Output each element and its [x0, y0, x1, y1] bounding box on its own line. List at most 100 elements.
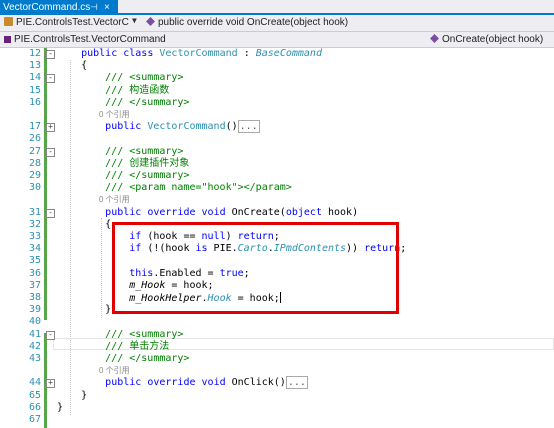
collapse-icon[interactable]: - [46, 330, 55, 340]
code-line[interactable]: 43 /// </summary> [0, 353, 554, 365]
line-number: 41 [28, 328, 41, 340]
navigation-bar: PIE.ControlsTest.VectorC ▼ public overri… [0, 15, 554, 32]
code-text: /// <param name="hook"></param> [57, 182, 292, 194]
line-number: 13 [28, 60, 41, 72]
navigation-bar-secondary: PIE.ControlsTest.VectorCommand OnCreate(… [0, 32, 554, 48]
code-line[interactable]: 42 /// 单击方法 [0, 341, 554, 353]
class-dropdown[interactable]: PIE.ControlsTest.VectorC [4, 16, 138, 30]
close-icon[interactable]: × [104, 0, 110, 15]
reference-count: 0 个引用 [99, 366, 130, 376]
line-number: 26 [28, 133, 41, 145]
code-text: /// <summary> [57, 328, 184, 340]
collapse-icon[interactable]: - [46, 74, 55, 84]
code-line[interactable]: 31- public override void OnCreate(object… [0, 207, 554, 219]
line-number: 27 [28, 145, 41, 157]
reference-codelens: 0 个引用 [0, 365, 554, 377]
code-line[interactable]: 30 /// <param name="hook"></param> [0, 182, 554, 194]
reference-codelens: 0 个引用 [0, 194, 554, 206]
code-line[interactable]: 40 [0, 316, 554, 328]
line-number: 28 [28, 157, 41, 169]
code-line[interactable]: 29 /// </summary> [0, 170, 554, 182]
code-text: { [57, 218, 112, 230]
line-number: 67 [28, 414, 41, 425]
line-number: 38 [28, 292, 41, 303]
class-icon [4, 17, 13, 26]
line-number: 37 [28, 279, 41, 291]
tab-vectorcommand[interactable]: VectorCommand.cs ⊣ × [0, 0, 118, 15]
line-number: 33 [28, 231, 41, 242]
code-line[interactable]: 15 /// 构造函数 [0, 85, 554, 97]
class-dropdown-label: PIE.ControlsTest.VectorC [16, 17, 129, 28]
chevron-down-icon[interactable]: ▼ [132, 16, 137, 25]
line-number: 42 [28, 340, 41, 352]
project-dropdown[interactable]: PIE.ControlsTest.VectorCommand [4, 33, 304, 47]
line-number: 35 [28, 255, 41, 267]
code-text: public override void OnClick()... [105, 376, 308, 390]
code-text: public override void OnCreate(object hoo… [105, 206, 359, 218]
code-text: { [57, 60, 88, 72]
highlight-box [112, 222, 399, 314]
code-text: /// </summary> [57, 170, 190, 181]
code-text: } [57, 304, 112, 316]
code-text: /// 构造函数 [57, 84, 170, 96]
line-number: 39 [28, 304, 41, 316]
expand-icon[interactable]: + [46, 123, 55, 133]
code-text: /// </summary> [57, 96, 190, 108]
line-number: 30 [28, 182, 41, 194]
line-number: 32 [28, 218, 41, 230]
line-number: 40 [28, 316, 41, 328]
reference-codelens: 0 个引用 [0, 109, 554, 121]
line-number: 66 [28, 401, 41, 413]
member-dropdown-right[interactable]: OnCreate(object hook) [430, 33, 552, 47]
code-text: /// <summary> [57, 145, 184, 157]
collapse-icon[interactable]: - [46, 50, 55, 59]
reference-count: 0 个引用 [99, 195, 130, 205]
expand-icon[interactable]: + [46, 379, 55, 389]
code-line[interactable]: 28 /// 创建插件对象 [0, 158, 554, 170]
collapse-icon[interactable]: - [46, 147, 55, 157]
line-number: 34 [28, 243, 41, 255]
member-dropdown-label: public override void OnCreate(object hoo… [158, 17, 349, 28]
code-line[interactable]: 44 + public override void OnClick()... [0, 376, 554, 390]
code-text: } [57, 389, 88, 401]
method-icon [430, 34, 439, 43]
code-line[interactable]: 41- /// <summary> [0, 329, 554, 341]
project-dropdown-label: PIE.ControlsTest.VectorCommand [14, 34, 166, 45]
code-line[interactable]: 26 [0, 133, 554, 145]
reference-count: 0 个引用 [99, 110, 130, 119]
code-text: /// 单击方法 [57, 340, 170, 352]
csharp-file-icon [4, 36, 11, 43]
code-text: /// <summary> [57, 72, 184, 84]
code-text: } [57, 401, 64, 413]
line-number: 31 [28, 206, 41, 218]
code-line[interactable]: 14- /// <summary> [0, 72, 554, 84]
line-number: 44 [28, 377, 41, 389]
line-number: 16 [28, 96, 41, 108]
code-text: public class VectorCommand : BaseCommand [81, 48, 322, 59]
code-line[interactable]: 17 + public VectorCommand()... [0, 120, 554, 134]
code-text: /// 创建插件对象 [57, 157, 190, 169]
line-number: 17 [28, 121, 41, 133]
code-line[interactable]: 27- /// <summary> [0, 146, 554, 158]
code-line[interactable]: 13 { [0, 60, 554, 72]
code-text: /// </summary> [57, 353, 190, 364]
line-number: 43 [28, 353, 41, 364]
member-dropdown-right-label: OnCreate(object hook) [442, 34, 544, 45]
line-number: 12 [28, 48, 41, 59]
code-line[interactable]: 16 /// </summary> [0, 97, 554, 109]
code-line[interactable]: 67 [0, 414, 554, 426]
line-number: 29 [28, 170, 41, 181]
code-line[interactable]: 65 } [0, 390, 554, 402]
code-line[interactable]: 66} [0, 402, 554, 414]
collapse-icon[interactable]: - [46, 208, 55, 218]
method-icon [146, 17, 155, 26]
code-text: public VectorCommand()... [105, 120, 260, 134]
line-number: 36 [28, 267, 41, 279]
line-number: 65 [28, 389, 41, 401]
pin-icon[interactable]: ⊣ [90, 0, 98, 15]
tab-title: VectorCommand.cs [3, 2, 91, 13]
line-number: 15 [28, 84, 41, 96]
code-line[interactable]: 12- public class VectorCommand : BaseCom… [0, 48, 554, 60]
member-dropdown[interactable]: public override void OnCreate(object hoo… [146, 16, 466, 30]
line-number: 14 [28, 72, 41, 84]
